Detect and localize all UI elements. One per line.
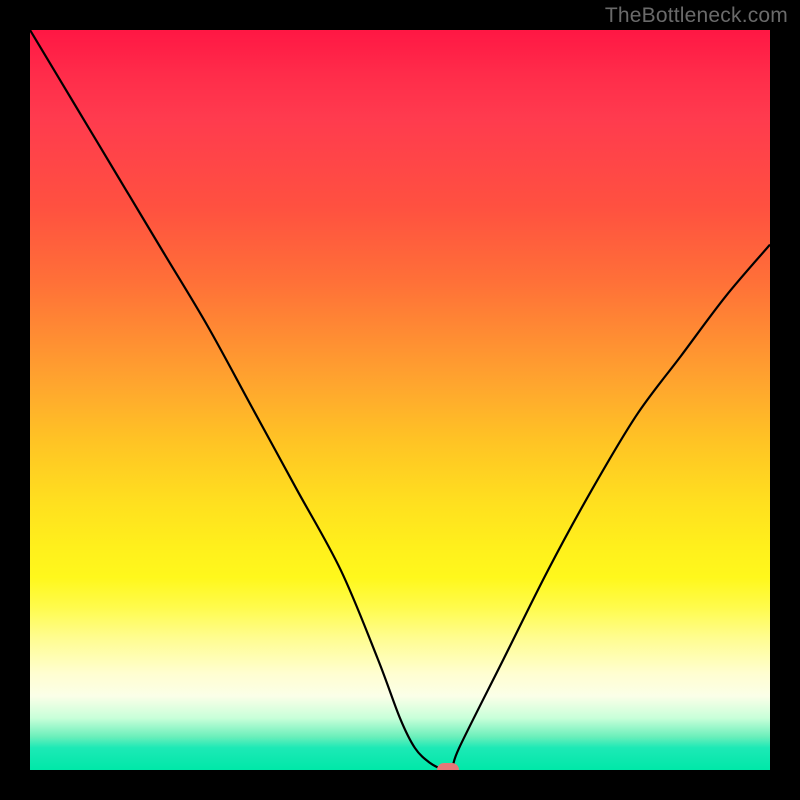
optimum-marker [437,763,459,770]
bottleneck-curve [30,30,770,770]
plot-area [30,30,770,770]
attribution-text: TheBottleneck.com [605,4,788,28]
curve-svg [30,30,770,770]
